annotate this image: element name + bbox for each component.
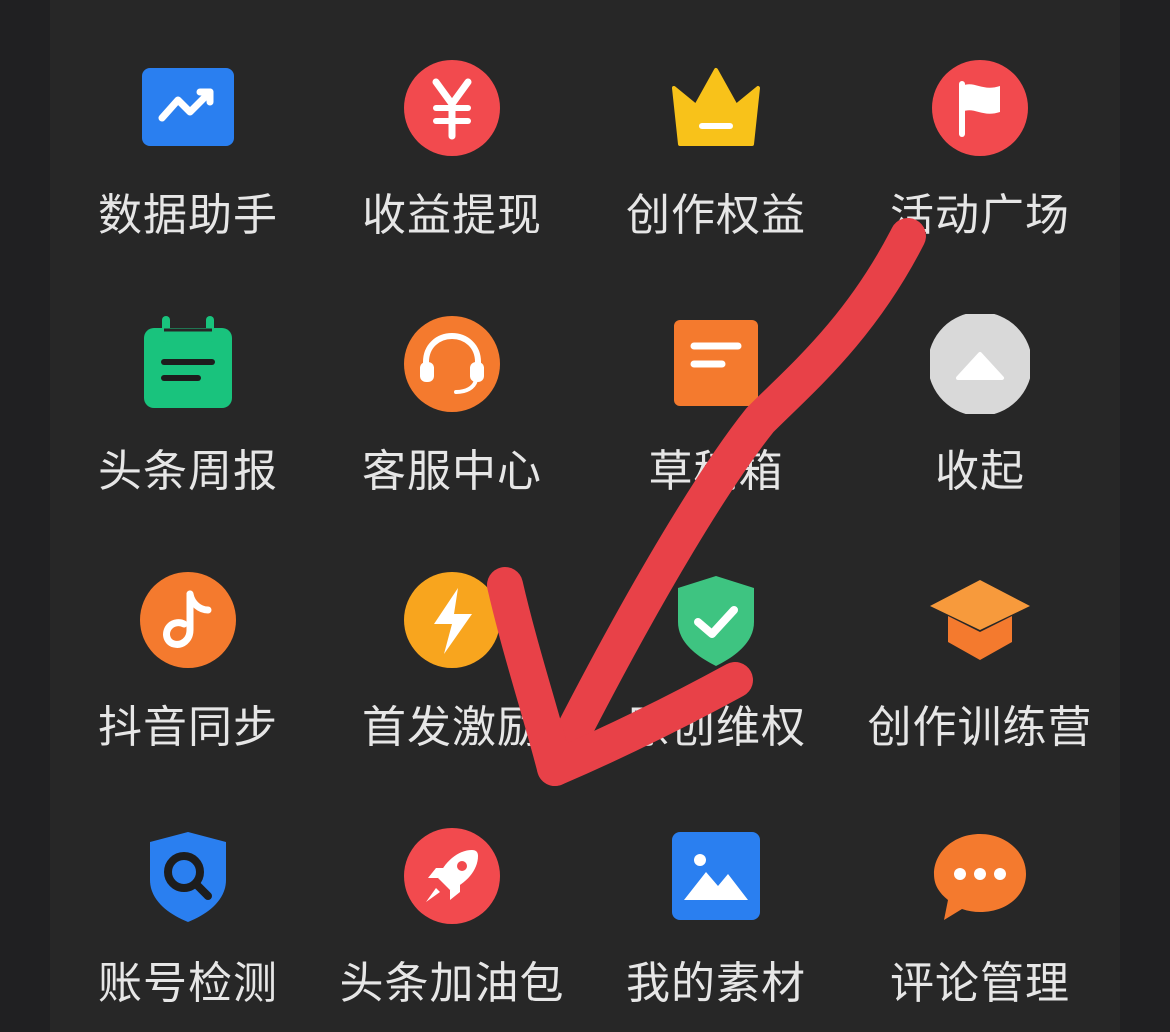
menu-item-label: 活动广场 xyxy=(890,190,1070,241)
menu-item-creator-benefits[interactable]: 创作权益 xyxy=(586,0,846,241)
tool-grid-panel: 数据助手 收益提现 创作权益 活动广场 头条周报 客服中心 草稿箱 收起 抖音同… xyxy=(50,0,1120,1032)
menu-item-label: 首发激励 xyxy=(362,702,542,753)
menu-item-boost-pack[interactable]: 头条加油包 xyxy=(322,768,582,1009)
headset-icon xyxy=(402,314,502,414)
menu-item-data-assistant[interactable]: 数据助手 xyxy=(58,0,318,241)
menu-item-label: 草稿箱 xyxy=(648,446,784,497)
menu-item-collapse[interactable]: 收起 xyxy=(850,256,1110,497)
menu-item-first-publish-incentive[interactable]: 首发激励 xyxy=(322,512,582,753)
menu-item-comment-management[interactable]: 评论管理 xyxy=(850,768,1110,1009)
graduation-cap-icon xyxy=(930,570,1030,670)
menu-item-label: 抖音同步 xyxy=(98,702,278,753)
menu-item-label: 我的素材 xyxy=(626,958,806,1009)
menu-item-label: 收起 xyxy=(935,446,1025,497)
lightning-icon xyxy=(402,570,502,670)
rocket-icon xyxy=(402,826,502,926)
menu-item-earnings-withdraw[interactable]: 收益提现 xyxy=(322,0,582,241)
menu-item-label: 创作训练营 xyxy=(867,702,1093,753)
menu-item-label: 创作权益 xyxy=(626,190,806,241)
menu-item-label: 收益提现 xyxy=(362,190,542,241)
menu-item-original-rights[interactable]: 原创维权 xyxy=(586,512,846,753)
menu-item-label: 头条加油包 xyxy=(339,958,565,1009)
menu-item-douyin-sync[interactable]: 抖音同步 xyxy=(58,512,318,753)
menu-item-account-check[interactable]: 账号检测 xyxy=(58,768,318,1009)
trend-chart-icon xyxy=(138,58,238,158)
menu-item-drafts[interactable]: 草稿箱 xyxy=(586,256,846,497)
douyin-icon xyxy=(138,570,238,670)
menu-item-label: 数据助手 xyxy=(98,190,278,241)
menu-item-label: 原创维权 xyxy=(626,702,806,753)
crown-icon xyxy=(666,58,766,158)
shield-check-icon xyxy=(666,570,766,670)
menu-item-label: 客服中心 xyxy=(362,446,542,497)
menu-item-activity-square[interactable]: 活动广场 xyxy=(850,0,1110,241)
menu-item-my-materials[interactable]: 我的素材 xyxy=(586,768,846,1009)
menu-item-weekly-report[interactable]: 头条周报 xyxy=(58,256,318,497)
menu-item-label: 评论管理 xyxy=(890,958,1070,1009)
menu-item-training-camp[interactable]: 创作训练营 xyxy=(850,512,1110,753)
image-icon xyxy=(666,826,766,926)
comment-icon xyxy=(930,826,1030,926)
menu-item-label: 账号检测 xyxy=(98,958,278,1009)
menu-item-label: 头条周报 xyxy=(98,446,278,497)
menu-item-customer-service[interactable]: 客服中心 xyxy=(322,256,582,497)
shield-search-icon xyxy=(138,826,238,926)
yen-icon xyxy=(402,58,502,158)
flag-icon xyxy=(930,58,1030,158)
collapse-up-icon xyxy=(930,314,1030,414)
draft-icon xyxy=(666,314,766,414)
calendar-note-icon xyxy=(138,314,238,414)
